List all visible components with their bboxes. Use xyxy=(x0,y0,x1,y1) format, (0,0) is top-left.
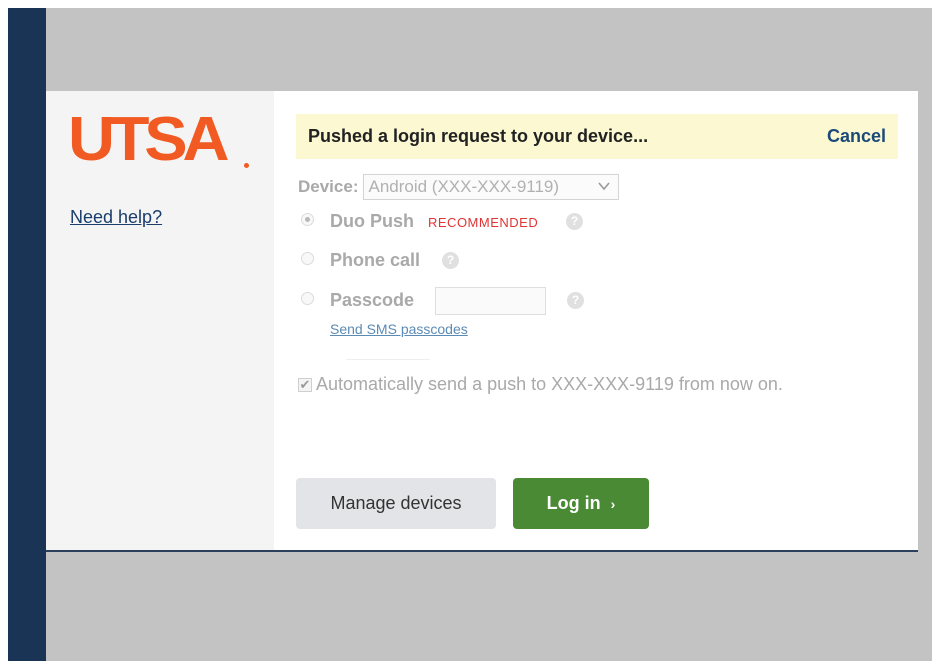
manage-devices-button[interactable]: Manage devices xyxy=(296,478,496,529)
log-in-label: Log in xyxy=(546,493,601,513)
duo-auth-dialog: UTSA Need help? Pushed a login request t… xyxy=(46,91,918,552)
utsa-logo: UTSA xyxy=(68,105,229,174)
device-select[interactable]: Android (XXX-XXX-9119) xyxy=(363,174,620,200)
device-select-value: Android (XXX-XXX-9119) xyxy=(368,177,560,196)
log-in-button[interactable]: Log in › xyxy=(513,478,649,529)
duo-push-label: Duo Push xyxy=(330,211,414,231)
chevron-down-icon xyxy=(596,178,612,199)
passcode-label: Passcode xyxy=(330,290,415,310)
device-row: Device: Android (XXX-XXX-9119) xyxy=(298,173,620,201)
device-label: Device: xyxy=(298,177,359,196)
push-status-banner: Pushed a login request to your device...… xyxy=(296,114,898,159)
brand-side-bar xyxy=(8,8,46,661)
passcode-help-icon[interactable]: ? xyxy=(567,292,584,309)
divider xyxy=(346,359,430,360)
logo-registered-mark xyxy=(244,163,249,168)
phone-call-radio[interactable] xyxy=(301,252,314,265)
duo-push-radio[interactable] xyxy=(301,213,314,226)
phone-call-help-icon[interactable]: ? xyxy=(442,252,459,269)
cancel-button[interactable]: Cancel xyxy=(827,126,886,147)
phone-call-label: Phone call xyxy=(330,250,421,270)
passcode-input[interactable] xyxy=(435,287,546,315)
auto-push-label: Automatically send a push to XXX-XXX-911… xyxy=(316,374,783,394)
duo-push-help-icon[interactable]: ? xyxy=(566,213,583,230)
push-status-message: Pushed a login request to your device... xyxy=(308,126,649,146)
auto-push-checkbox[interactable]: ✔ xyxy=(298,377,312,392)
passcode-radio[interactable] xyxy=(301,292,314,305)
chevron-right-icon: › xyxy=(610,496,616,512)
auto-push-row: ✔ Automatically send a push to XXX-XXX-9… xyxy=(298,374,783,395)
need-help-link[interactable]: Need help? xyxy=(70,207,162,228)
recommended-badge: RECOMMENDED xyxy=(428,215,539,230)
left-panel: UTSA Need help? xyxy=(46,91,274,550)
send-sms-passcodes-link[interactable]: Send SMS passcodes xyxy=(330,321,468,337)
